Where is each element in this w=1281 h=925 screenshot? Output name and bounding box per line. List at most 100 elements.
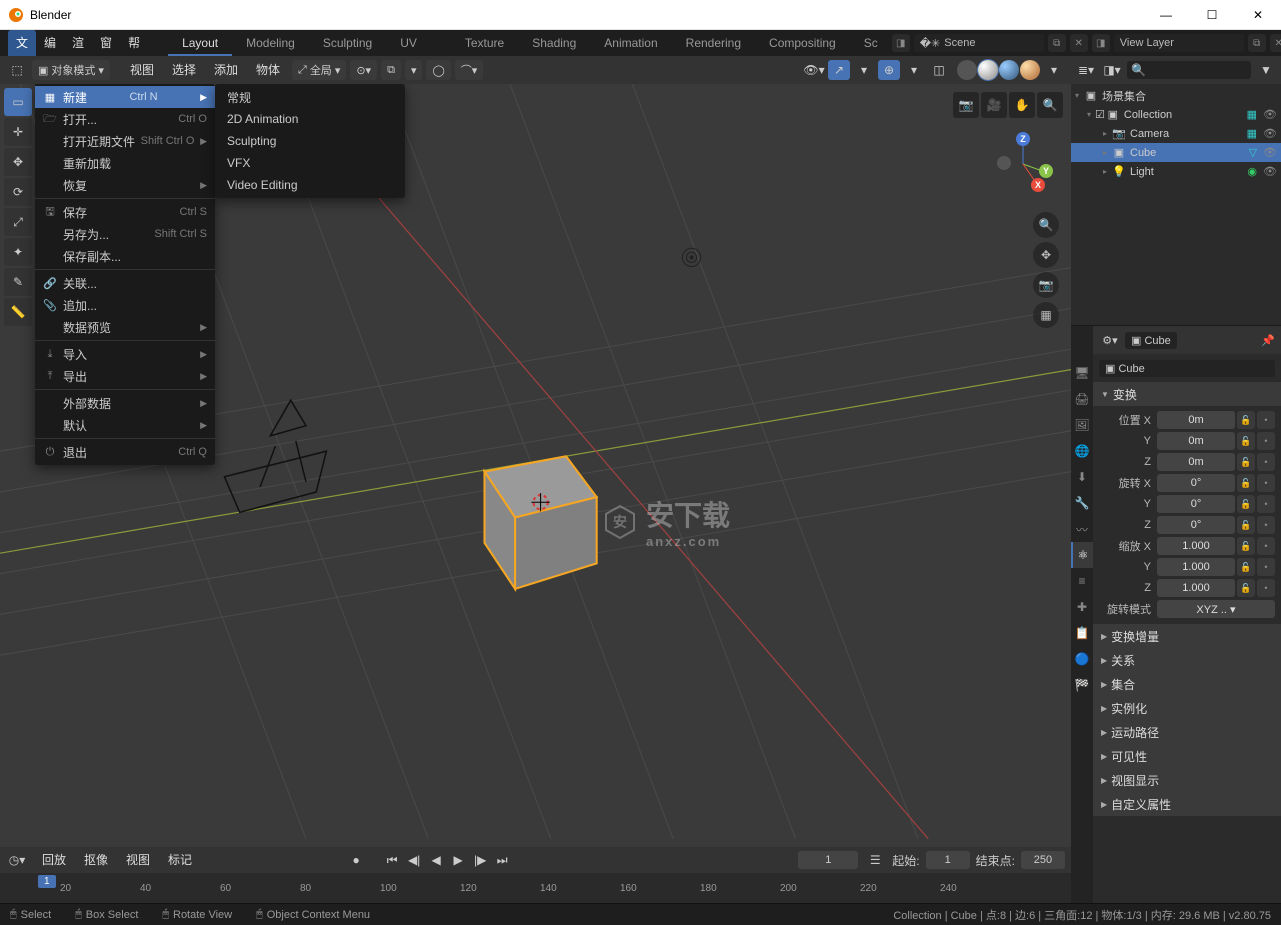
file-menu-item[interactable]: 外部数据▶ [35, 392, 215, 414]
minimize-button[interactable]: — [1143, 0, 1189, 30]
panel-header[interactable]: ▶视图显示 [1093, 768, 1281, 792]
anim-icon[interactable]: • [1257, 558, 1275, 576]
timeline-menu[interactable]: 抠像 [76, 850, 116, 870]
orientation-dropdown[interactable]: ⤢ 全局 ▾ [292, 60, 346, 80]
lock-icon[interactable]: 🔓 [1237, 537, 1255, 555]
props-tab[interactable]: 🖼 [1071, 412, 1093, 438]
maximize-button[interactable]: ☐ [1189, 0, 1235, 30]
start-frame-field[interactable]: 1 [926, 851, 970, 869]
snap-toggle[interactable]: ⧉ [381, 60, 401, 80]
workspace-tab[interactable]: Rendering [672, 30, 755, 56]
lock-icon[interactable]: 🔓 [1237, 558, 1255, 576]
end-frame-field[interactable]: 250 [1021, 851, 1065, 869]
anim-icon[interactable]: • [1257, 495, 1275, 513]
current-frame-field[interactable]: 1 [798, 851, 858, 869]
menu-帮助[interactable]: 帮助 [120, 30, 148, 56]
file-menu-item[interactable]: 🗁打开...Ctrl O [35, 108, 215, 130]
vp-menu[interactable]: 视图 [122, 60, 162, 80]
prop-value-field[interactable]: 0m [1157, 411, 1235, 429]
file-menu-item[interactable]: ⏻退出Ctrl Q [35, 441, 215, 463]
prop-value-field[interactable]: 0° [1157, 474, 1235, 492]
menu-编辑[interactable]: 编辑 [36, 30, 64, 56]
file-menu-item[interactable]: ⤒导出▶ [35, 365, 215, 387]
vp-menu[interactable]: 选择 [164, 60, 204, 80]
view-zoom-icon[interactable]: 🔍 [1033, 212, 1059, 238]
outliner-root[interactable]: ▾▣场景集合 [1071, 86, 1281, 105]
submenu-item[interactable]: VFX [215, 152, 405, 174]
outliner-item[interactable]: ▸💡Light◉👁 [1071, 162, 1281, 181]
timeline-ruler[interactable]: 1 20406080100120140160180200220240 [0, 873, 1071, 903]
props-tab[interactable]: 🌐 [1071, 438, 1093, 464]
vp-menu[interactable]: 添加 [206, 60, 246, 80]
file-menu-item[interactable]: ▦新建Ctrl N▶ [35, 86, 215, 108]
axis-neg[interactable] [997, 156, 1011, 170]
gizmo-toggle[interactable]: ↗ [828, 60, 850, 80]
props-tab[interactable]: ✚ [1071, 594, 1093, 620]
props-tab[interactable]: 🖨 [1071, 386, 1093, 412]
workspace-tab[interactable]: Compositing [755, 30, 850, 56]
autokey-toggle[interactable]: ● [346, 851, 366, 869]
menu-渲染[interactable]: 渲染 [64, 30, 92, 56]
layer-delete-button[interactable]: ✕ [1270, 34, 1281, 52]
mode-dropdown[interactable]: ▣ 对象模式 ▾ [32, 60, 110, 80]
panel-header[interactable]: ▶运动路径 [1093, 720, 1281, 744]
prop-value-field[interactable]: 0° [1157, 516, 1235, 534]
keyframe-prev-icon[interactable]: ◀| [404, 851, 424, 869]
submenu-item[interactable]: Video Editing [215, 174, 405, 196]
timeline-menu[interactable]: 视图 [118, 850, 158, 870]
anim-icon[interactable]: • [1257, 537, 1275, 555]
visibility-icon[interactable]: 👁▾ [803, 60, 825, 80]
shading-lookdev[interactable] [999, 60, 1019, 80]
menu-窗口[interactable]: 窗口 [92, 30, 120, 56]
props-tab[interactable]: 🔵 [1071, 646, 1093, 672]
panel-header[interactable]: ▶变换增量 [1093, 624, 1281, 648]
anim-icon[interactable]: • [1257, 516, 1275, 534]
outliner-item[interactable]: ▸▣Cube▽👁 [1071, 143, 1281, 162]
viewport-3d[interactable]: ▭ ✛ ✥ ⟳ ⤢ ✦ ✎ 📏 用户透视 — Scene Collection … [0, 84, 1071, 847]
submenu-item[interactable]: 2D Animation [215, 108, 405, 130]
panel-header[interactable]: ▶集合 [1093, 672, 1281, 696]
axis-y[interactable]: Y [1039, 164, 1053, 178]
file-menu-item[interactable]: 另存为...Shift Ctrl S [35, 223, 215, 245]
props-tab[interactable]: 📋 [1071, 620, 1093, 646]
rot-mode-dropdown[interactable]: XYZ .. ▾ [1157, 600, 1275, 618]
view-pan-icon[interactable]: ✥ [1033, 242, 1059, 268]
outliner-editor-icon[interactable]: ≣▾ [1075, 60, 1097, 80]
prop-value-field[interactable]: 0° [1157, 495, 1235, 513]
panel-header[interactable]: ▶可见性 [1093, 744, 1281, 768]
file-menu-item[interactable]: ⤓导入▶ [35, 343, 215, 365]
outliner-display-icon[interactable]: ◨▾ [1101, 60, 1123, 80]
panel-header[interactable]: ▶关系 [1093, 648, 1281, 672]
frame-popup-icon[interactable]: ☰ [864, 850, 886, 870]
submenu-item[interactable]: Sculpting [215, 130, 405, 152]
timeline-editor-icon[interactable]: ◷▾ [6, 850, 28, 870]
tool-rotate[interactable]: ⟳ [4, 178, 32, 206]
pin-icon[interactable]: 📌 [1261, 334, 1275, 347]
axis-x[interactable]: X [1031, 178, 1045, 192]
workspace-tab[interactable]: Animation [590, 30, 671, 56]
view-layer-field[interactable]: View Layer [1114, 34, 1244, 52]
keyframe-next-icon[interactable]: |▶ [470, 851, 490, 869]
props-tab[interactable]: 🔧 [1071, 490, 1093, 516]
tool-cursor[interactable]: ✛ [4, 118, 32, 146]
outliner-search[interactable]: 🔍 [1127, 61, 1251, 79]
tool-annotate[interactable]: ✎ [4, 268, 32, 296]
props-tab[interactable]: 🖥 [1071, 360, 1093, 386]
lock-icon[interactable]: 🔓 [1237, 411, 1255, 429]
play-reverse-icon[interactable]: ◀ [426, 851, 446, 869]
lock-icon[interactable]: 🔓 [1237, 516, 1255, 534]
file-menu-item[interactable]: 保存副本... [35, 245, 215, 267]
gizmo-render-icon[interactable]: 🎥 [981, 92, 1007, 118]
prop-value-field[interactable]: 0m [1157, 453, 1235, 471]
tool-measure[interactable]: 📏 [4, 298, 32, 326]
playhead[interactable]: 1 [38, 875, 56, 888]
prop-value-field[interactable]: 1.000 [1157, 558, 1235, 576]
editor-type-icon[interactable]: ⬚ [6, 60, 28, 80]
lock-icon[interactable]: 🔓 [1237, 474, 1255, 492]
file-menu-item[interactable]: 🖫保存Ctrl S [35, 201, 215, 223]
file-menu-item[interactable]: 数据预览▶ [35, 316, 215, 338]
workspace-tab[interactable]: Modeling [232, 30, 309, 56]
object-name-field[interactable]: ▣ Cube [1099, 360, 1275, 377]
panel-transform-header[interactable]: ▼变换 [1093, 382, 1281, 406]
lock-icon[interactable]: 🔓 [1237, 579, 1255, 597]
